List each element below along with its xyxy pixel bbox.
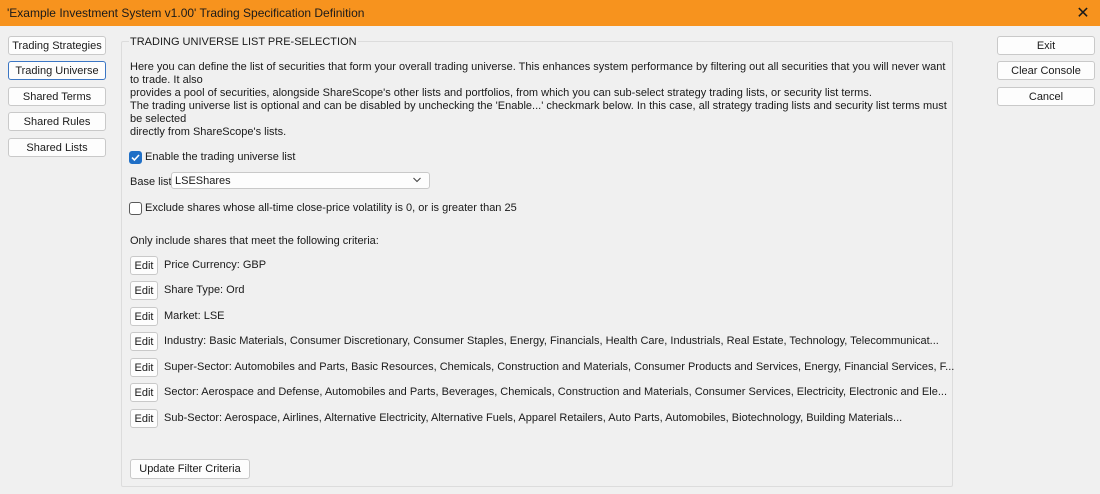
criteria-text: Super-Sector: Automobiles and Parts, Bas… xyxy=(164,361,955,373)
criteria-row-sub-sector: Edit Sub-Sector: Aerospace, Airlines, Al… xyxy=(130,409,950,428)
panel-title: TRADING UNIVERSE LIST PRE-SELECTION xyxy=(129,36,358,48)
criteria-heading: Only include shares that meet the follow… xyxy=(130,235,379,247)
intro-paragraph-1-line-1: Here you can define the list of securiti… xyxy=(130,61,946,86)
intro-paragraph-1: Here you can define the list of securiti… xyxy=(130,61,950,100)
criteria-row-super-sector: Edit Super-Sector: Automobiles and Parts… xyxy=(130,358,954,377)
update-filter-criteria-button[interactable]: Update Filter Criteria xyxy=(130,459,250,479)
criteria-row-price-currency: Edit Price Currency: GBP xyxy=(130,256,950,275)
cancel-button[interactable]: Cancel xyxy=(997,87,1095,106)
base-list-label: Base list: xyxy=(130,176,175,188)
criteria-text: Industry: Basic Materials, Consumer Disc… xyxy=(164,335,939,347)
edit-sub-sector-button[interactable]: Edit xyxy=(130,409,158,428)
nav-trading-strategies-button[interactable]: Trading Strategies xyxy=(8,36,106,55)
nav-trading-universe-button[interactable]: Trading Universe xyxy=(8,61,106,80)
enable-trading-universe-label: Enable the trading universe list xyxy=(145,151,296,163)
intro-paragraph-2: The trading universe list is optional an… xyxy=(130,100,950,139)
edit-industry-button[interactable]: Edit xyxy=(130,332,158,351)
criteria-row-market: Edit Market: LSE xyxy=(130,307,950,326)
intro-paragraph-1-line-2: provides a pool of securities, alongside… xyxy=(130,87,872,99)
edit-sector-button[interactable]: Edit xyxy=(130,383,158,402)
nav-shared-terms-button[interactable]: Shared Terms xyxy=(8,87,106,106)
clear-console-button[interactable]: Clear Console xyxy=(997,61,1095,80)
intro-paragraph-2-line-1: The trading universe list is optional an… xyxy=(130,100,947,125)
criteria-text: Price Currency: GBP xyxy=(164,259,267,271)
intro-paragraph-2-line-2: directly from ShareScope's lists. xyxy=(130,126,287,138)
chevron-down-icon xyxy=(413,177,421,183)
criteria-row-sector: Edit Sector: Aerospace and Defense, Auto… xyxy=(130,383,950,402)
edit-market-button[interactable]: Edit xyxy=(130,307,158,326)
enable-trading-universe-checkbox[interactable] xyxy=(129,151,142,164)
exclude-volatility-label: Exclude shares whose all-time close-pric… xyxy=(145,202,517,214)
criteria-text: Sub-Sector: Aerospace, Airlines, Alterna… xyxy=(164,412,903,424)
close-icon[interactable]: ✕ xyxy=(1068,0,1098,26)
criteria-text: Share Type: Ord xyxy=(164,284,245,296)
edit-super-sector-button[interactable]: Edit xyxy=(130,358,158,377)
title-bar: 'Example Investment System v1.00' Tradin… xyxy=(0,0,1100,26)
criteria-row-share-type: Edit Share Type: Ord xyxy=(130,281,950,300)
base-list-dropdown[interactable]: LSEShares xyxy=(171,172,430,189)
exclude-volatility-checkbox[interactable] xyxy=(129,202,142,215)
nav-shared-rules-button[interactable]: Shared Rules xyxy=(8,112,106,131)
criteria-text: Market: LSE xyxy=(164,310,225,322)
window-title: 'Example Investment System v1.00' Tradin… xyxy=(7,6,365,20)
nav-shared-lists-button[interactable]: Shared Lists xyxy=(8,138,106,157)
exit-button[interactable]: Exit xyxy=(997,36,1095,55)
checkmark-icon xyxy=(131,154,140,162)
criteria-text: Sector: Aerospace and Defense, Automobil… xyxy=(164,386,947,398)
edit-share-type-button[interactable]: Edit xyxy=(130,281,158,300)
edit-price-currency-button[interactable]: Edit xyxy=(130,256,158,275)
base-list-value: LSEShares xyxy=(175,174,231,187)
criteria-row-industry: Edit Industry: Basic Materials, Consumer… xyxy=(130,332,950,351)
